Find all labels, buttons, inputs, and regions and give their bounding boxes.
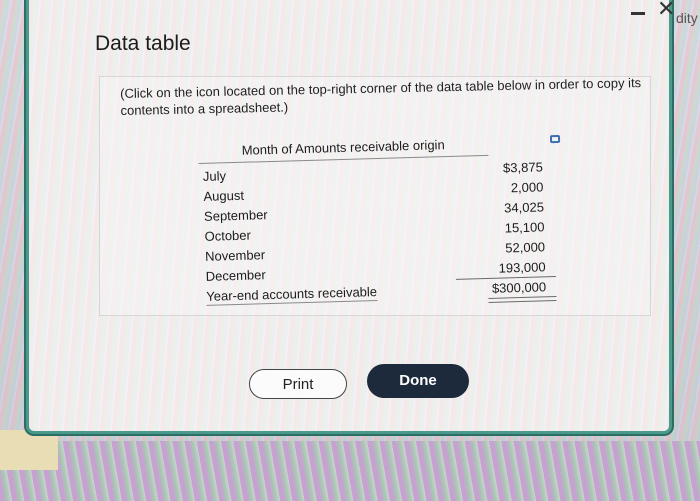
data-table: Month of Amounts receivable origin July …	[198, 133, 563, 313]
row-value: 34,025	[503, 199, 545, 216]
row-label: December	[205, 267, 266, 284]
row-value: 2,000	[510, 179, 544, 196]
row-label: October	[204, 227, 252, 244]
background-bottom	[0, 441, 700, 501]
total-double-rule	[488, 296, 557, 303]
minimize-icon[interactable]	[631, 12, 645, 15]
row-label: November	[204, 247, 266, 264]
row-label: September	[203, 207, 268, 224]
data-table-panel: (Click on the icon located on the top-ri…	[99, 75, 651, 316]
background-strip	[0, 430, 58, 470]
done-button[interactable]: Done	[367, 364, 469, 398]
print-button[interactable]: Print	[249, 369, 347, 399]
row-label: Year-end accounts receivable	[206, 284, 378, 306]
copy-to-spreadsheet-icon[interactable]	[549, 134, 561, 144]
data-table-dialog: ✕ Data table (Click on the icon located …	[26, 0, 675, 434]
instruction-text: (Click on the icon located on the top-ri…	[120, 75, 642, 118]
row-label: August	[203, 187, 245, 204]
dialog-title: Data table	[95, 32, 191, 55]
row-value: 52,000	[505, 239, 546, 256]
window-controls: ✕	[627, 0, 687, 22]
row-label: July	[202, 168, 227, 184]
row-value: $300,000	[491, 279, 547, 296]
row-value: $3,875	[502, 159, 544, 176]
row-value: 15,100	[504, 219, 545, 236]
row-value: 193,000	[498, 259, 546, 276]
close-icon[interactable]: ✕	[657, 0, 675, 20]
